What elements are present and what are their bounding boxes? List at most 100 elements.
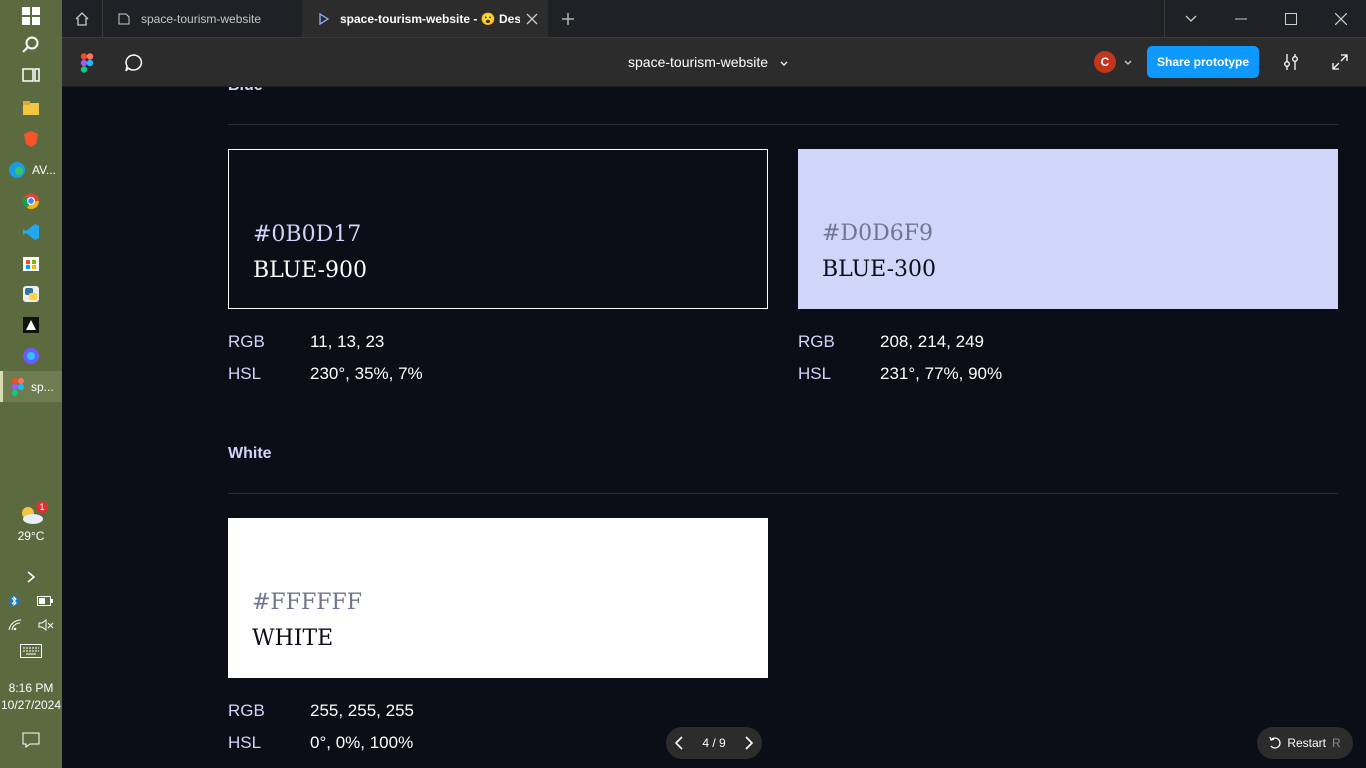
new-tab-button[interactable] <box>554 0 582 37</box>
comment-button[interactable] <box>124 53 144 78</box>
wifi-icon[interactable] <box>8 618 22 631</box>
battery-icon[interactable] <box>37 595 53 606</box>
edge-icon[interactable]: AV... <box>0 154 62 185</box>
swatch-hex: #D0D6F9 <box>822 221 933 246</box>
hsl-label: HSL <box>228 364 262 383</box>
file-title-text: space-tourism-website <box>628 54 769 70</box>
hsl-label: HSL <box>798 364 832 383</box>
weather-temp: 29°C <box>17 529 45 543</box>
divider <box>228 493 1338 494</box>
swatch-hsl-row: HSL 0°, 0%, 100% <box>228 733 413 753</box>
fullscreen-button[interactable] <box>1332 54 1348 75</box>
settings-button[interactable] <box>1282 53 1300 76</box>
tab-file[interactable]: space-tourism-website <box>102 0 302 37</box>
tab-list-button[interactable] <box>1166 0 1216 37</box>
prototype-toolbar: space-tourism-website C Share prototype <box>62 38 1366 87</box>
volume-muted-icon[interactable] <box>38 618 54 631</box>
file-title[interactable]: space-tourism-website <box>628 54 788 70</box>
windows-taskbar: AV... sp... 1 29°C 8:16 PM 10/27/2024 <box>0 0 62 768</box>
copilot-icon[interactable] <box>0 340 62 371</box>
divider <box>228 124 1338 125</box>
keyboard-icon[interactable] <box>0 635 62 666</box>
close-window-button[interactable] <box>1316 0 1366 37</box>
clock-time: 8:16 PM <box>8 681 54 695</box>
swatch-rgb-row: RGB 208, 214, 249 <box>798 332 984 352</box>
file-explorer-icon[interactable] <box>0 92 62 123</box>
swatch-name: BLUE-300 <box>822 257 937 282</box>
minimize-button[interactable] <box>1216 0 1266 37</box>
restart-label: Restart <box>1287 736 1326 750</box>
frame-pager: 4 / 9 <box>666 727 762 759</box>
home-icon <box>75 11 89 26</box>
windows-start-icon[interactable] <box>0 0 62 31</box>
rgb-label: RGB <box>228 701 265 720</box>
chevron-left-icon[interactable] <box>674 736 684 750</box>
restart-icon <box>1269 737 1281 749</box>
taskbar-app-label: sp... <box>31 379 54 394</box>
tab-prototype[interactable]: space-tourism-website - 😮 Des <box>302 0 548 37</box>
taskbar-app-label: AV... <box>32 162 57 177</box>
figma-menu-button[interactable] <box>80 53 94 78</box>
rgb-label: RGB <box>228 332 265 351</box>
bluetooth-icon[interactable] <box>9 594 19 608</box>
color-swatch-blue-300: #D0D6F9 BLUE-300 <box>798 149 1338 309</box>
swatch-hsl-row: HSL 230°, 35%, 7% <box>228 364 423 384</box>
color-swatch-blue-900: #0B0D17 BLUE-900 <box>228 149 768 309</box>
plus-icon <box>562 12 574 25</box>
store-icon[interactable] <box>0 247 62 278</box>
hsl-value: 0°, 0%, 100% <box>310 733 414 752</box>
clock-date: 10/27/2024 <box>0 698 62 712</box>
swatch-hsl-row: HSL 231°, 77%, 90% <box>798 364 1002 384</box>
rgb-value: 11, 13, 23 <box>310 332 385 351</box>
search-icon[interactable] <box>0 29 62 60</box>
close-icon[interactable] <box>526 13 538 25</box>
chevron-down-icon <box>1185 15 1197 22</box>
avatar[interactable]: C <box>1094 51 1116 73</box>
system-clock[interactable]: 8:16 PM 10/27/2024 <box>0 680 62 714</box>
rgb-value: 255, 255, 255 <box>310 701 414 720</box>
rgb-label: RGB <box>798 332 835 351</box>
section-title-white: White <box>228 445 272 462</box>
restart-shortcut: R <box>1332 736 1341 750</box>
sliders-icon <box>1284 54 1298 70</box>
share-prototype-button[interactable]: Share prototype <box>1147 46 1259 78</box>
figma-taskbar-item[interactable]: sp... <box>0 371 62 402</box>
restart-button[interactable]: Restart R <box>1257 727 1353 759</box>
divider <box>1164 0 1165 37</box>
minimize-icon <box>1235 18 1247 19</box>
swatch-hex: #FFFFFF <box>252 590 363 615</box>
tab-label: space-tourism-website <box>141 11 262 26</box>
swatch-rgb-row: RGB 255, 255, 255 <box>228 701 414 721</box>
app-icon[interactable] <box>0 309 62 340</box>
chrome-icon[interactable] <box>0 185 62 216</box>
play-icon <box>319 12 330 25</box>
maximize-icon <box>1285 12 1297 25</box>
page-counter: 4 / 9 <box>702 736 726 750</box>
hsl-value: 231°, 77%, 90% <box>880 364 1003 383</box>
cloud-sun-icon: 1 <box>18 501 48 525</box>
rgb-value: 208, 214, 249 <box>880 332 984 351</box>
home-tab[interactable] <box>62 0 102 37</box>
weather-badge: 1 <box>36 501 48 513</box>
prototype-canvas: Blue #0B0D17 BLUE-900 RGB 11, 13, 23 HSL 2… <box>62 87 1366 768</box>
python-icon[interactable] <box>0 278 62 309</box>
swatch-name: BLUE-900 <box>253 258 368 283</box>
swatch-name: WHITE <box>252 626 334 651</box>
tab-label: space-tourism-website - 😮 Des <box>340 11 520 26</box>
hsl-value: 230°, 35%, 7% <box>310 364 423 383</box>
chevron-right-icon[interactable] <box>744 736 754 750</box>
figma-icon <box>12 377 24 396</box>
section-title-blue: Blue <box>228 87 263 95</box>
brave-icon[interactable] <box>0 123 62 154</box>
chevron-down-icon[interactable] <box>1124 60 1132 66</box>
maximize-button[interactable] <box>1266 0 1316 37</box>
swatch-rgb-row: RGB 11, 13, 23 <box>228 332 384 352</box>
chevron-down-icon <box>780 61 788 66</box>
close-icon <box>1335 12 1347 25</box>
swatch-hex: #0B0D17 <box>253 222 362 247</box>
vscode-icon[interactable] <box>0 216 62 247</box>
notification-icon[interactable] <box>0 724 62 755</box>
tab-strip: space-tourism-website space-tourism-webs… <box>62 0 1366 38</box>
weather-widget[interactable]: 1 29°C <box>0 501 62 543</box>
task-view-icon[interactable] <box>0 59 62 90</box>
